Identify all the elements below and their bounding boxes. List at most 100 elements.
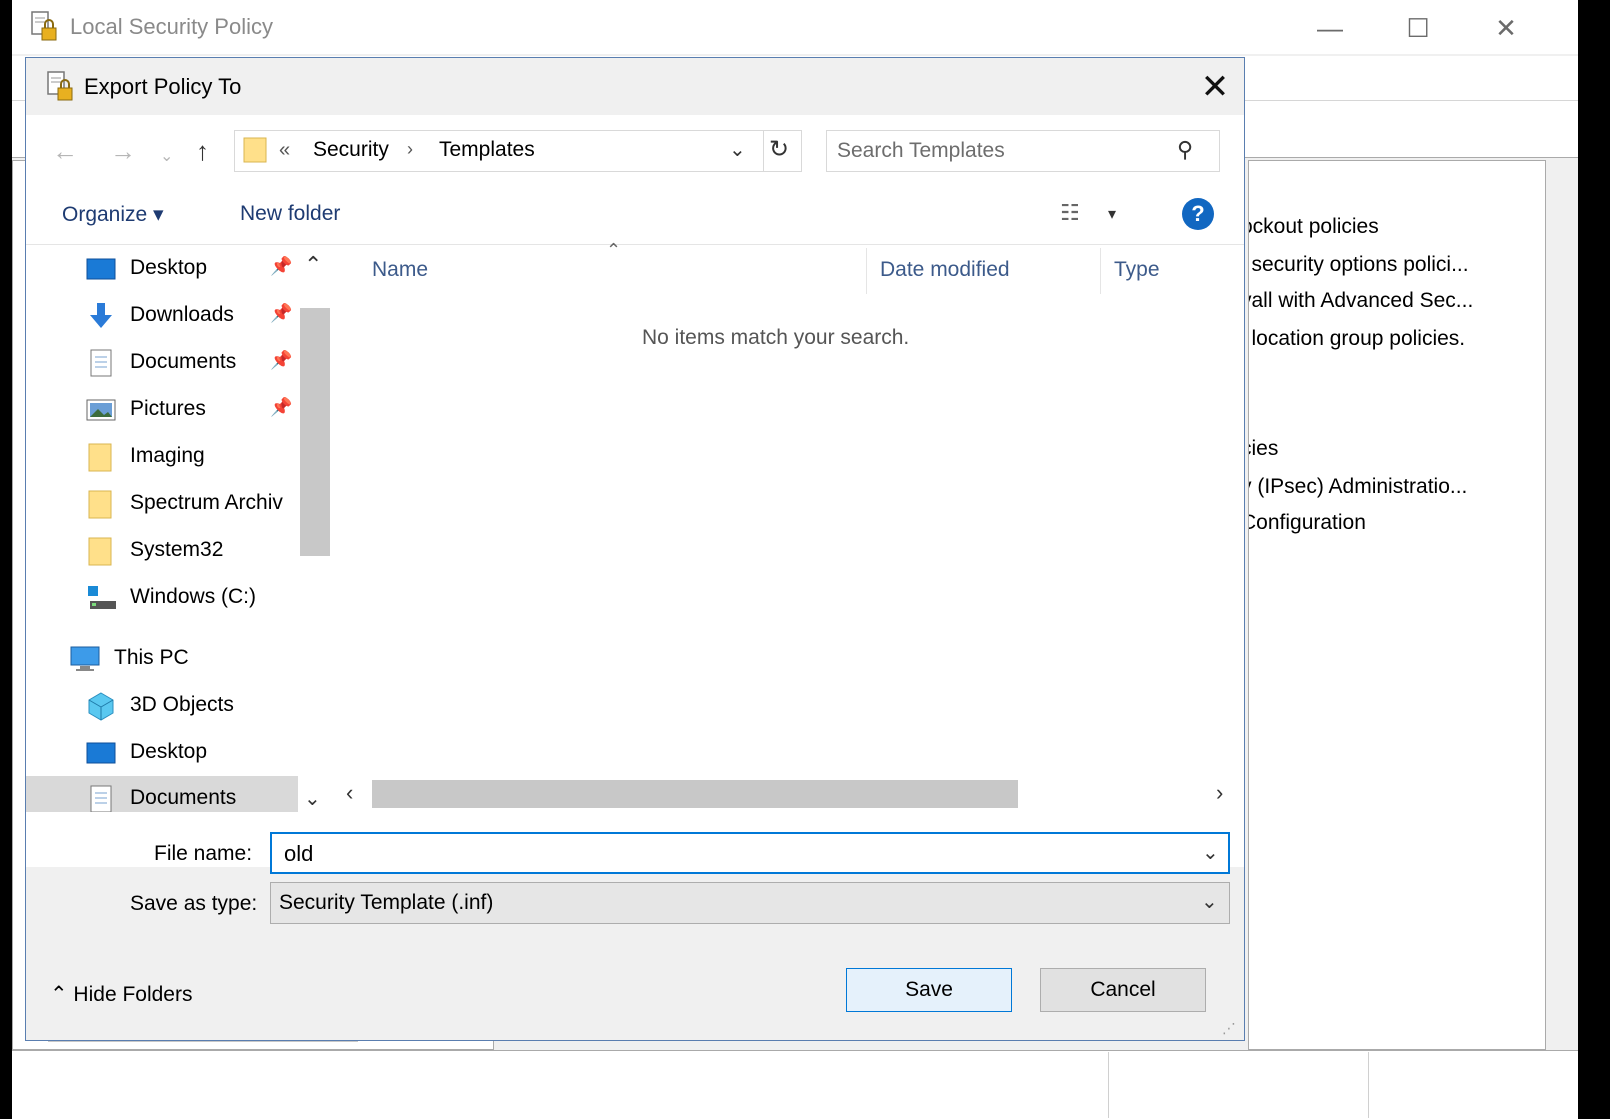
cancel-button[interactable]: Cancel [1040, 968, 1206, 1012]
search-icon[interactable]: ⚲ [1177, 137, 1193, 163]
breadcrumb-templates[interactable]: Templates [439, 138, 535, 162]
tree-item-documents-pc[interactable]: Documents [86, 780, 330, 812]
nav-scroll-up-icon[interactable]: ⌃ [304, 252, 322, 278]
nav-scrollbar-thumb[interactable] [300, 308, 330, 556]
scroll-right-icon[interactable]: › [1216, 780, 1223, 806]
folder-icon [88, 490, 112, 519]
pin-icon: 📌 [270, 397, 293, 417]
tree-item-label: Documents [130, 786, 237, 809]
column-header-type[interactable]: Type [1114, 258, 1160, 282]
breadcrumb-security[interactable]: Security [313, 138, 389, 162]
save-button[interactable]: Save [846, 968, 1012, 1012]
help-icon[interactable]: ? [1182, 198, 1214, 230]
empty-list-message: No items match your search. [642, 326, 910, 349]
status-divider [1108, 1052, 1109, 1118]
column-divider[interactable] [866, 248, 867, 294]
tree-item-desktop[interactable]: Desktop 📌 [86, 250, 330, 290]
documents-icon [90, 349, 112, 377]
chevron-down-icon[interactable]: ⌄ [1201, 889, 1218, 914]
tree-item-imaging[interactable]: Imaging [86, 438, 330, 478]
divider [26, 244, 1244, 245]
search-box[interactable]: ⚲ [826, 130, 1220, 172]
save-as-type-value: Security Template (.inf) [279, 891, 494, 914]
tree-item-pictures[interactable]: Pictures 📌 [86, 391, 330, 431]
security-policy-icon [31, 11, 57, 41]
up-arrow-icon[interactable]: ↑ [196, 134, 209, 168]
tree-item-label: Spectrum Archiv [130, 491, 283, 514]
tree-item-label: System32 [130, 538, 224, 561]
tree-item-documents[interactable]: Documents 📌 [86, 344, 330, 384]
minimize-button[interactable]: — [1302, 8, 1358, 48]
tree-item-this-pc[interactable]: This PC [70, 640, 330, 680]
horizontal-scrollbar-thumb[interactable] [372, 780, 1018, 808]
address-divider [763, 131, 764, 171]
details-item[interactable]: y (IPsec) Administratio... [1249, 475, 1467, 499]
column-header-name[interactable]: Name [372, 258, 428, 282]
back-arrow-icon[interactable]: ← [52, 134, 78, 168]
breadcrumb-separator-icon[interactable]: › [407, 139, 413, 160]
recent-locations-chevron-icon[interactable]: ⌄ [160, 140, 173, 174]
column-header-date-modified[interactable]: Date modified [880, 258, 1010, 282]
pin-icon: 📌 [270, 303, 293, 323]
address-dropdown-icon[interactable]: ⌄ [729, 137, 746, 162]
tree-item-system32[interactable]: System32 [86, 532, 330, 572]
forward-arrow-icon[interactable]: → [110, 134, 136, 168]
file-name-input[interactable] [282, 839, 1186, 869]
tree-item-label: Desktop [130, 740, 208, 763]
tree-item-label: Desktop [130, 256, 208, 279]
tree-item-label: This PC [114, 646, 189, 669]
tree-item-desktop-pc[interactable]: Desktop [86, 734, 330, 774]
tree-item-downloads[interactable]: Downloads 📌 [86, 297, 330, 337]
pin-icon: 📌 [270, 350, 293, 370]
search-input[interactable] [835, 135, 1169, 167]
status-divider [1368, 1052, 1369, 1118]
chevron-down-icon[interactable]: ⌄ [1202, 840, 1219, 865]
folder-icon [88, 537, 112, 566]
export-policy-dialog: Export Policy To ✕ ← → ⌄ ↑ « Security › … [25, 57, 1245, 1041]
scroll-left-icon[interactable]: ‹ [346, 780, 353, 806]
save-as-type-select[interactable]: Security Template (.inf) ⌄ [270, 882, 1230, 924]
tree-item-3d-objects[interactable]: 3D Objects [86, 687, 330, 727]
tree-item-label: Documents [130, 350, 237, 373]
file-name-label: File name: [154, 842, 253, 865]
details-item[interactable]: vall with Advanced Sec... [1249, 289, 1473, 313]
navigation-pane: Desktop 📌 Downloads 📌 Documents 📌 Pictur… [26, 246, 330, 812]
details-item[interactable]: l location group policies. [1249, 327, 1465, 351]
nav-scroll-down-icon[interactable]: ⌄ [304, 786, 321, 811]
tree-item-label: Pictures [130, 397, 206, 420]
tree-item-label: Imaging [130, 444, 205, 467]
details-item[interactable]: ockout policies [1249, 215, 1379, 239]
view-dropdown-icon[interactable]: ▾ [1108, 204, 1116, 224]
refresh-icon[interactable]: ↻ [769, 135, 789, 164]
desktop-icon [86, 258, 116, 280]
pin-icon: 📌 [270, 256, 293, 276]
organize-menu-button[interactable]: Organize ▾ [62, 202, 164, 227]
main-titlebar: Local Security Policy — ☐ ✕ [12, 0, 1578, 54]
details-item[interactable]: cies [1249, 437, 1278, 461]
new-folder-button[interactable]: New folder [240, 202, 340, 226]
sort-caret-icon: ⌃ [606, 240, 622, 260]
resize-grip-icon[interactable]: ⋰ [1222, 1020, 1236, 1037]
close-button[interactable]: ✕ [1478, 8, 1534, 48]
tree-item-label: Windows (C:) [130, 585, 257, 608]
address-bar[interactable]: « Security › Templates ⌄ ↻ [234, 130, 802, 172]
view-options-icon[interactable]: ☷ [1060, 200, 1080, 226]
column-divider[interactable] [1100, 248, 1101, 294]
dialog-close-button[interactable]: ✕ [1192, 64, 1238, 110]
security-policy-icon [47, 71, 73, 101]
folder-icon [88, 443, 112, 472]
details-item[interactable]: Configuration [1249, 511, 1366, 535]
address-overflow-icon[interactable]: « [279, 139, 290, 162]
file-name-combobox[interactable]: ⌄ [270, 832, 1230, 874]
tree-item-windows-c[interactable]: Windows (C:) [86, 579, 330, 619]
tree-item-spectrum-archive[interactable]: Spectrum Archiv [86, 485, 300, 525]
computer-icon [70, 646, 100, 671]
tree-item-label: 3D Objects [130, 693, 234, 716]
hide-folders-button[interactable]: ⌃ Hide Folders [50, 982, 192, 1007]
details-item[interactable]: l security options polici... [1249, 253, 1469, 277]
save-as-type-label: Save as type: [130, 892, 258, 915]
3d-objects-icon [88, 692, 114, 721]
folder-icon [243, 137, 267, 163]
maximize-button[interactable]: ☐ [1390, 8, 1446, 48]
downloads-icon [90, 303, 112, 328]
